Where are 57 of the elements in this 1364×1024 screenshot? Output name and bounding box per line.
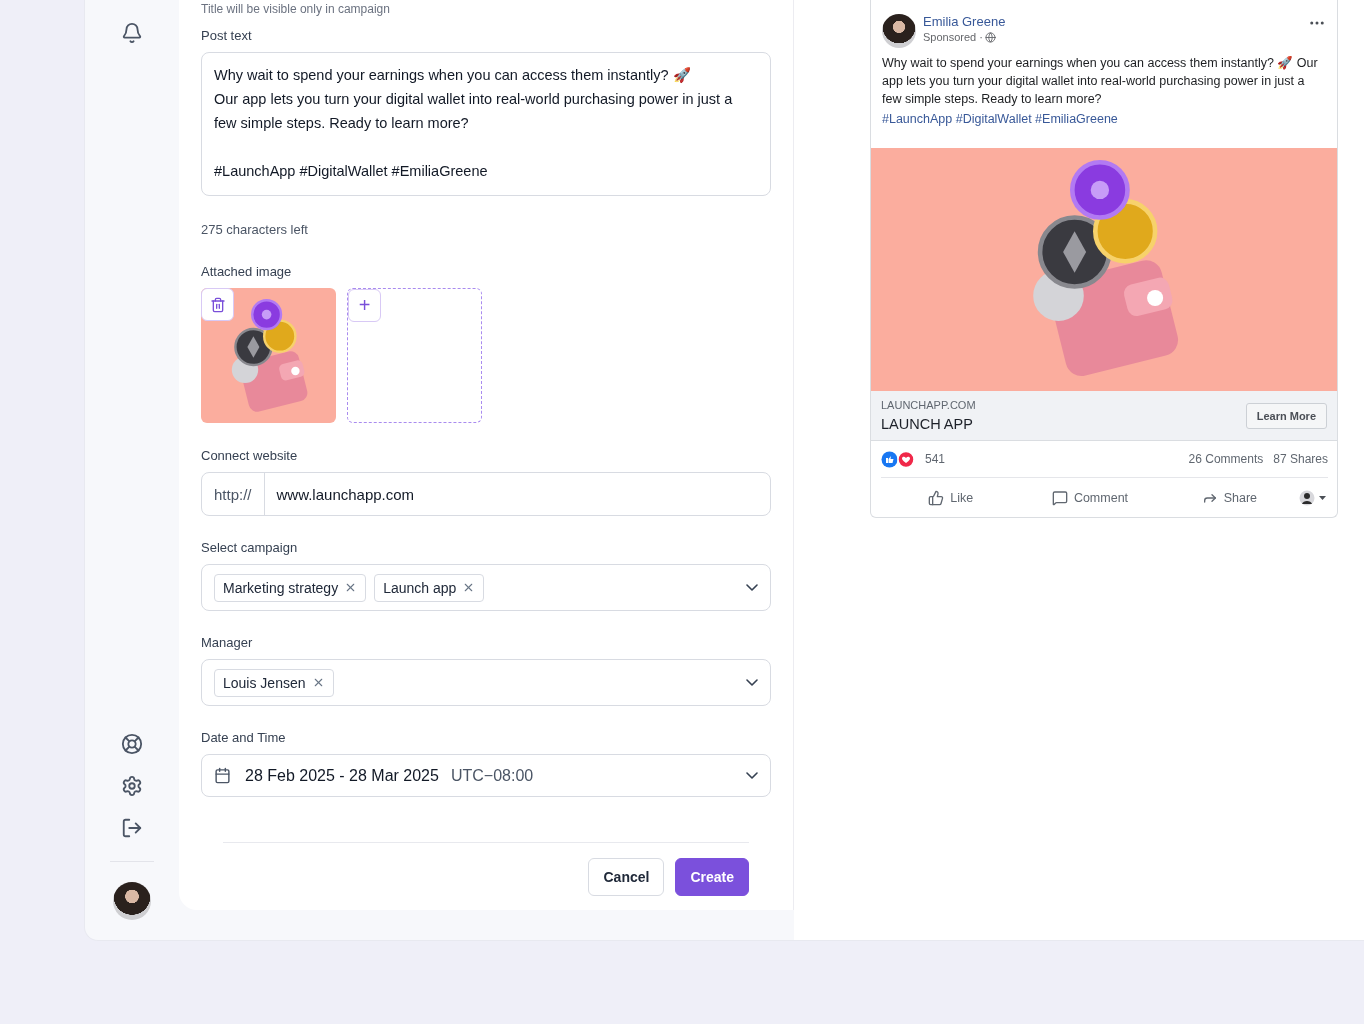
field-label: Connect website (201, 448, 299, 463)
url-value: www.launchapp.com (275, 484, 416, 505)
post-action-button[interactable]: Share (1159, 488, 1299, 507)
tag-label: Louis Jensen (223, 674, 306, 691)
post-action-button[interactable]: Comment (1020, 488, 1160, 507)
comment-count: 26 Comments (1188, 452, 1264, 466)
manager-select[interactable]: Louis Jensen (201, 659, 771, 706)
learn-more-button[interactable]: Learn More (1245, 402, 1327, 429)
field-label: Date and Time (201, 730, 287, 745)
link-domain: LAUNCHAPP.COM (881, 399, 977, 411)
tag-label: Marketing strategy (223, 579, 339, 596)
settings-icon[interactable] (121, 775, 143, 797)
reactions-icon (881, 450, 915, 468)
notifications-icon[interactable] (121, 22, 143, 44)
hashtags: #LaunchApp #DigitalWallet #EmiliaGreene (881, 111, 1119, 128)
selected-tag[interactable]: Marketing strategy (214, 573, 367, 602)
author-avatar (882, 14, 916, 48)
field-label: Manager (201, 635, 254, 650)
selected-tag[interactable]: Launch app (374, 573, 485, 602)
trash-icon (209, 296, 226, 313)
chevron-down-icon (746, 679, 758, 686)
helper-text: Title will be visible only in campaign (201, 2, 391, 16)
selected-tag[interactable]: Louis Jensen (214, 668, 334, 697)
author-name[interactable]: Emilia Greene (923, 14, 1301, 29)
cancel-button[interactable]: Cancel (588, 858, 665, 896)
post-action-button[interactable]: Like (881, 488, 1021, 507)
field-label: Post text (201, 28, 253, 43)
add-image-button[interactable]: + (348, 289, 381, 322)
reaction-count: 541 (925, 452, 946, 466)
globe-icon (984, 31, 996, 43)
date-range-field[interactable]: 28 Feb 2025 - 28 Mar 2025 UTC−08:00 (201, 754, 771, 797)
calendar-icon (214, 767, 231, 784)
chevron-down-icon (746, 584, 758, 591)
create-button[interactable]: Create (675, 858, 749, 896)
sponsored-label: Sponsored · (923, 31, 983, 43)
thumbs-up-icon (928, 489, 945, 506)
share-count: 87 Shares (1273, 452, 1328, 466)
help-icon[interactable] (121, 733, 143, 755)
date-range: 28 Feb 2025 - 28 Mar 2025 (245, 766, 439, 785)
url-prefix: http:// (202, 473, 265, 515)
character-count: 275 characters left (201, 222, 309, 237)
timezone: UTC−08:00 (450, 766, 534, 785)
campaign-select[interactable]: Marketing strategy Launch app (201, 564, 771, 611)
field-label: Select campaign (201, 540, 299, 555)
delete-button[interactable] (201, 288, 234, 321)
chevron-down-icon (746, 772, 758, 779)
website-field[interactable]: http:// www.launchapp.com (201, 472, 771, 516)
tag-label: Launch app (383, 579, 457, 596)
image-drop-zone[interactable]: + (347, 288, 482, 423)
post-text-field[interactable]: Why wait to spend your earnings when you can access them instantly? 🚀 Our app lets you turn your digital wallet into real-world purchasing power in just a few simple steps. Ready to learn more? #LaunchApp #DigitalWallet #EmiliaGreene (201, 52, 771, 196)
profile-picker-icon[interactable] (1299, 489, 1327, 506)
avatar[interactable] (113, 882, 151, 920)
link-title: LAUNCH APP (881, 416, 974, 432)
field-label: Attached image (201, 264, 293, 279)
post-text: Why wait to spend your earnings when you can access them instantly? 🚀 Our app lets you turn your digital wallet into real-world purchasing power in just a few simple steps. Ready to learn more? (881, 55, 1319, 108)
logout-icon[interactable] (121, 817, 143, 839)
speech-bubble-icon (1051, 489, 1068, 506)
